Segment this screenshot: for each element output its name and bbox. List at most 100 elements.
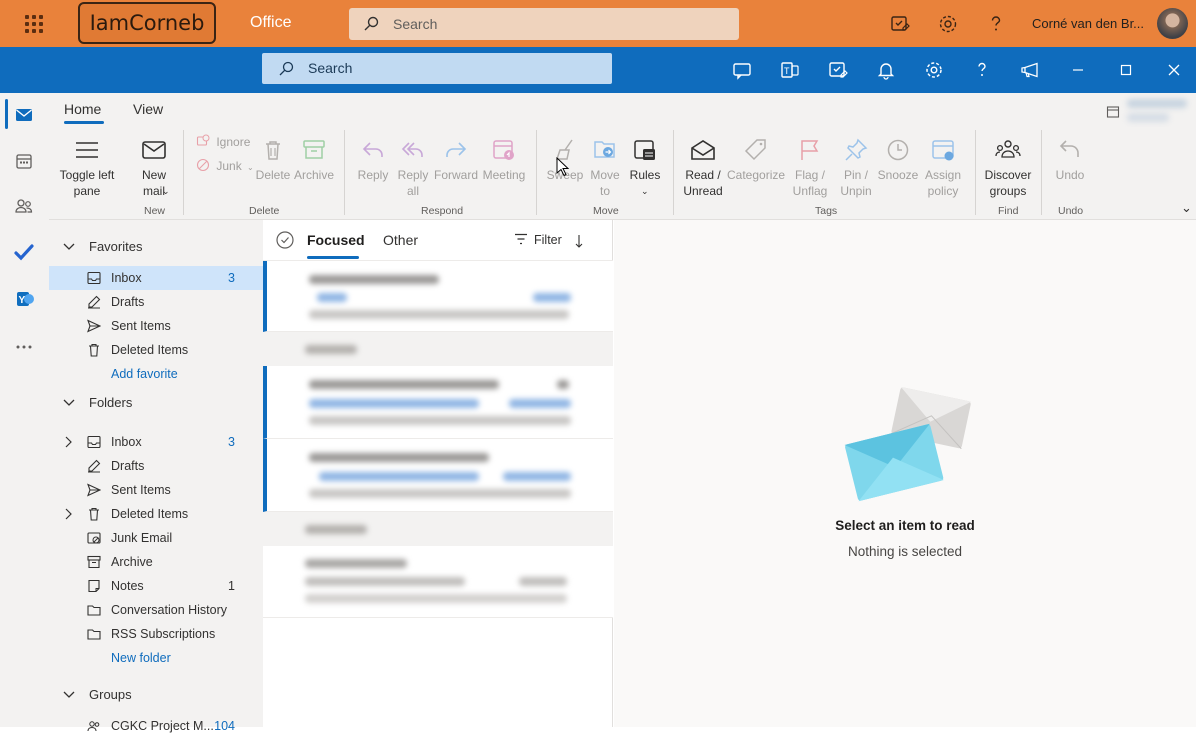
folder-sent-items[interactable]: Sent Items bbox=[49, 478, 263, 502]
app-rail: Y bbox=[0, 93, 49, 727]
folders-header[interactable]: Folders bbox=[49, 390, 263, 416]
date-group-header bbox=[263, 512, 613, 546]
folder-rss-subscriptions[interactable]: RSS Subscriptions bbox=[49, 622, 263, 646]
favorite-drafts[interactable]: Drafts bbox=[49, 290, 263, 314]
group-item[interactable]: CGKC Project M... 104 bbox=[49, 714, 263, 738]
settings-icon[interactable] bbox=[936, 12, 960, 36]
mail-icon[interactable] bbox=[13, 104, 35, 126]
folder-drafts[interactable]: Drafts bbox=[49, 454, 263, 478]
tab-focused[interactable]: Focused bbox=[307, 232, 365, 248]
reply-all-button[interactable]: Reply all bbox=[394, 137, 432, 199]
folder-inbox[interactable]: Inbox 3 bbox=[49, 430, 263, 454]
todo-icon[interactable] bbox=[827, 59, 849, 81]
maximize-icon[interactable] bbox=[1115, 59, 1137, 81]
favorite-sent-items[interactable]: Sent Items bbox=[49, 314, 263, 338]
move-to-button[interactable]: Move to bbox=[587, 137, 623, 199]
notification-icon[interactable] bbox=[875, 59, 897, 81]
envelopes-illustration bbox=[844, 386, 972, 502]
favorite-deleted-items[interactable]: Deleted Items bbox=[49, 338, 263, 362]
folder-conversation-history[interactable]: Conversation History bbox=[49, 598, 263, 622]
rules-button[interactable]: Rules bbox=[627, 137, 663, 183]
filter-button[interactable]: Filter bbox=[514, 233, 562, 247]
brand-logo[interactable]: IamCorneb bbox=[78, 2, 216, 44]
more-apps-icon[interactable] bbox=[13, 336, 35, 358]
active-tab-indicator bbox=[64, 121, 104, 124]
move-to-label: Move to bbox=[590, 168, 620, 198]
meeting-button[interactable]: Meeting bbox=[480, 137, 528, 183]
group-label-find: Find bbox=[998, 205, 1019, 217]
folder-notes[interactable]: Notes 1 bbox=[49, 574, 263, 598]
new-folder-link[interactable]: New folder bbox=[111, 651, 171, 665]
sent-icon bbox=[87, 319, 101, 333]
tab-view[interactable]: View bbox=[133, 101, 163, 117]
feedback-icon[interactable] bbox=[888, 12, 912, 36]
folder-pane: Favorites Inbox 3 Drafts Sent Items Dele… bbox=[49, 220, 263, 733]
teams-icon[interactable]: T bbox=[779, 59, 801, 81]
reply-button[interactable]: Reply bbox=[354, 137, 392, 183]
office-link[interactable]: Office bbox=[250, 14, 292, 32]
list-item[interactable] bbox=[263, 261, 613, 332]
sort-icon[interactable] bbox=[574, 234, 584, 248]
archive-button[interactable]: Archive bbox=[293, 137, 335, 183]
toggle-left-pane-button[interactable]: Toggle left pane bbox=[54, 137, 120, 199]
blurred-subject bbox=[309, 399, 479, 408]
categorize-label: Categorize bbox=[727, 168, 786, 182]
pin-button[interactable]: Pin / Unpin bbox=[836, 137, 876, 199]
folder-label: Drafts bbox=[111, 459, 145, 473]
discover-groups-button[interactable]: Discover groups bbox=[982, 137, 1034, 199]
list-item[interactable] bbox=[263, 546, 613, 618]
user-name[interactable]: Corné van den Br... bbox=[1032, 16, 1144, 31]
announcement-icon[interactable] bbox=[1019, 59, 1041, 81]
blurred-sender bbox=[309, 380, 499, 389]
list-item[interactable] bbox=[263, 366, 613, 439]
help-icon[interactable] bbox=[984, 12, 1008, 36]
avatar[interactable] bbox=[1157, 8, 1188, 39]
favorites-header[interactable]: Favorites bbox=[49, 234, 263, 260]
my-day-panel-icon[interactable] bbox=[1106, 105, 1120, 119]
settings-icon[interactable] bbox=[923, 59, 945, 81]
list-item[interactable] bbox=[263, 439, 613, 512]
categorize-button[interactable]: Categorize bbox=[727, 137, 785, 183]
folder-archive[interactable]: Archive bbox=[49, 550, 263, 574]
flag-button[interactable]: Flag / Unflag bbox=[787, 137, 833, 199]
unread-count: 3 bbox=[228, 435, 235, 449]
snooze-button[interactable]: Snooze bbox=[877, 137, 919, 183]
folder-deleted-items[interactable]: Deleted Items bbox=[49, 502, 263, 526]
blurred-preview bbox=[305, 594, 567, 603]
add-favorite-link[interactable]: Add favorite bbox=[111, 367, 178, 381]
forward-button[interactable]: Forward bbox=[434, 137, 478, 183]
read-unread-button[interactable]: Read / Unread bbox=[679, 137, 727, 199]
todo-app-icon[interactable] bbox=[13, 241, 35, 263]
select-all-icon[interactable] bbox=[275, 230, 295, 250]
assign-policy-button[interactable]: Assign policy bbox=[920, 137, 966, 199]
people-icon[interactable] bbox=[13, 195, 35, 217]
junk-button[interactable]: Junk ⌄ bbox=[196, 158, 254, 173]
ribbon-collapse-icon[interactable]: ⌄ bbox=[1181, 200, 1192, 216]
chevron-down-icon bbox=[63, 691, 75, 698]
mail-search-input[interactable]: Search bbox=[262, 53, 612, 84]
delete-button[interactable]: Delete bbox=[254, 137, 292, 183]
app-launcher-icon[interactable] bbox=[22, 12, 46, 36]
minimize-icon[interactable] bbox=[1067, 59, 1089, 81]
tab-home[interactable]: Home bbox=[64, 101, 101, 117]
groups-header[interactable]: Groups bbox=[49, 682, 263, 708]
discover-groups-icon bbox=[995, 140, 1021, 158]
ignore-icon bbox=[196, 134, 210, 146]
yammer-icon[interactable]: Y bbox=[13, 288, 35, 310]
help-icon[interactable] bbox=[971, 59, 993, 81]
undo-button[interactable]: Undo bbox=[1050, 137, 1090, 183]
favorite-inbox[interactable]: Inbox 3 bbox=[49, 266, 263, 290]
chevron-right-icon[interactable] bbox=[65, 436, 73, 448]
chevron-right-icon[interactable] bbox=[65, 508, 73, 520]
read-unread-label: Read / Unread bbox=[683, 168, 723, 198]
close-icon[interactable] bbox=[1163, 59, 1185, 81]
my-day-icon[interactable] bbox=[731, 59, 753, 81]
junk-label: Junk bbox=[216, 159, 242, 173]
folder-junk-email[interactable]: Junk Email bbox=[49, 526, 263, 550]
suite-bar: IamCorneb Office Search Corné van den Br… bbox=[0, 0, 1196, 47]
tab-other[interactable]: Other bbox=[383, 232, 418, 248]
suite-search-input[interactable]: Search bbox=[349, 8, 739, 40]
calendar-icon[interactable] bbox=[13, 150, 35, 172]
ignore-button[interactable]: Ignore bbox=[196, 134, 250, 149]
chevron-down-icon bbox=[63, 243, 75, 250]
